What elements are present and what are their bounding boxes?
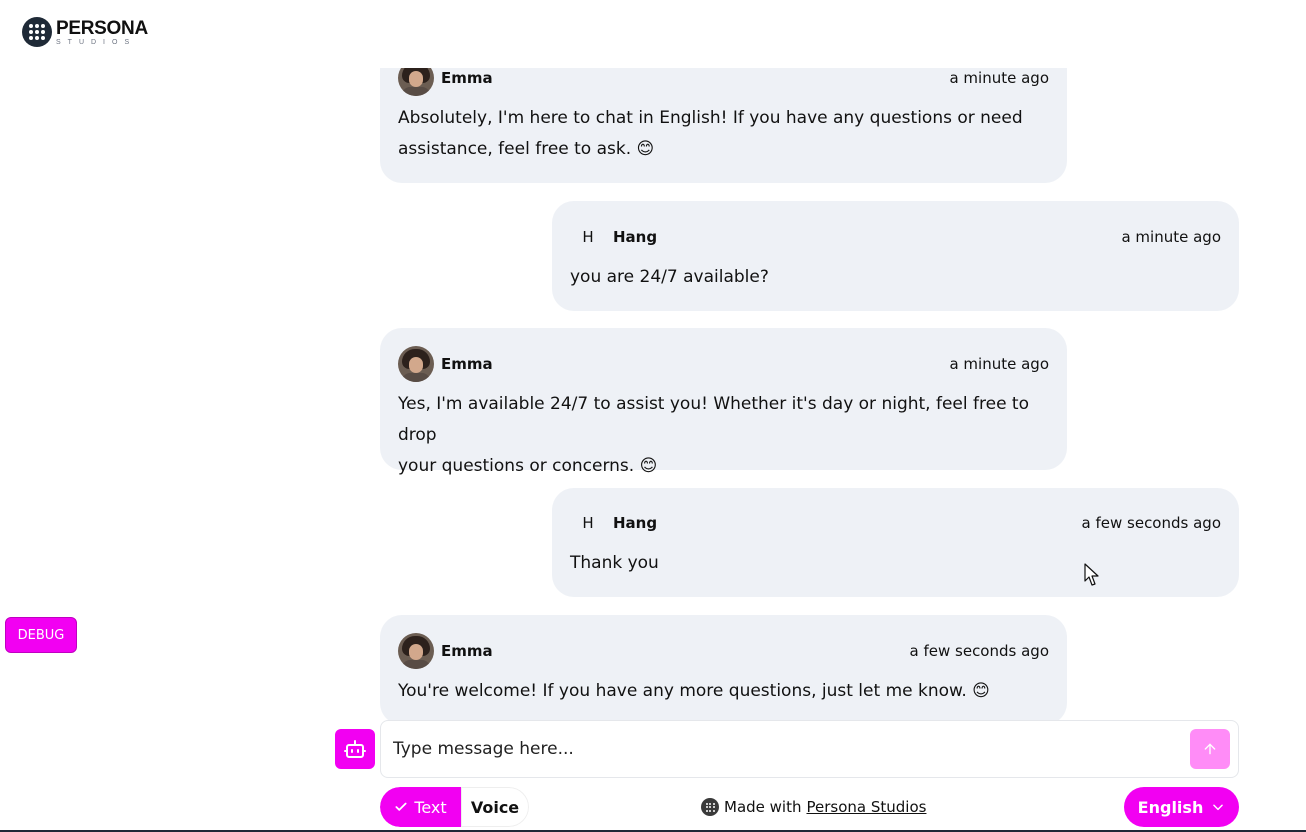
message-bubble: Emma a minute ago Yes, I'm available 24/…	[380, 328, 1067, 476]
sender-name: Emma	[441, 69, 493, 87]
made-with-text: Made with	[724, 798, 802, 816]
message-time: a few seconds ago	[1081, 514, 1221, 532]
logo-subtitle: STUDIOS	[56, 38, 137, 46]
mouse-cursor-icon	[1084, 563, 1099, 586]
text-mode-button[interactable]: Text	[380, 787, 461, 827]
bot-button[interactable]	[335, 729, 375, 769]
message-time: a minute ago	[949, 355, 1049, 373]
persona-logo[interactable]: PERSONA STUDIOS	[22, 17, 148, 47]
message-time: a minute ago	[1121, 228, 1221, 246]
message-text: Thank you	[570, 553, 659, 573]
avatar	[398, 633, 434, 669]
voice-mode-button[interactable]: Voice	[461, 787, 529, 827]
logo-icon	[22, 17, 52, 47]
arrow-up-icon	[1204, 743, 1216, 755]
message-text: You're welcome! If you have any more que…	[398, 681, 990, 701]
avatar	[398, 346, 434, 382]
persona-dots-icon	[701, 798, 719, 816]
avatar-initial: H	[582, 228, 594, 246]
composer	[380, 720, 1239, 778]
persona-studios-link[interactable]: Persona Studios	[806, 798, 926, 816]
message-text: you are 24/7 available?	[570, 267, 769, 287]
voice-mode-label: Voice	[470, 797, 520, 817]
sender-name: Emma	[441, 642, 493, 660]
logo-title: PERSONA	[56, 17, 148, 39]
avatar-initial: H	[582, 514, 594, 532]
message-time: a few seconds ago	[909, 642, 1049, 660]
mode-toggle: Text Voice	[380, 787, 529, 827]
check-icon	[395, 802, 407, 811]
text-mode-label: Text	[414, 797, 447, 817]
language-select[interactable]: English	[1124, 787, 1239, 827]
sender-name: Emma	[441, 355, 493, 373]
message-bubble: Emma a few seconds ago You're welcome! I…	[380, 615, 1067, 722]
made-with-credit: Made with Persona Studios	[701, 797, 926, 817]
message-text: Absolutely, I'm here to chat in English!…	[398, 108, 1023, 159]
chevron-down-icon	[1213, 804, 1224, 811]
message-input[interactable]	[393, 731, 1173, 767]
header: PERSONA STUDIOS	[0, 0, 1306, 68]
robot-icon	[344, 740, 366, 758]
chat-transcript: Emma a minute ago Absolutely, I'm here t…	[0, 0, 1306, 722]
send-button[interactable]	[1190, 729, 1230, 769]
message-text: Yes, I'm available 24/7 to assist you! W…	[398, 394, 1030, 476]
message-time: a minute ago	[949, 69, 1049, 87]
language-label: English	[1137, 797, 1204, 817]
debug-button[interactable]: DEBUG	[5, 617, 77, 653]
message-bubble: H Hang a minute ago you are 24/7 availab…	[552, 201, 1239, 311]
sender-name: Hang	[613, 514, 658, 532]
sender-name: Hang	[613, 228, 658, 246]
message-bubble: H Hang a few seconds ago Thank you	[552, 488, 1239, 597]
